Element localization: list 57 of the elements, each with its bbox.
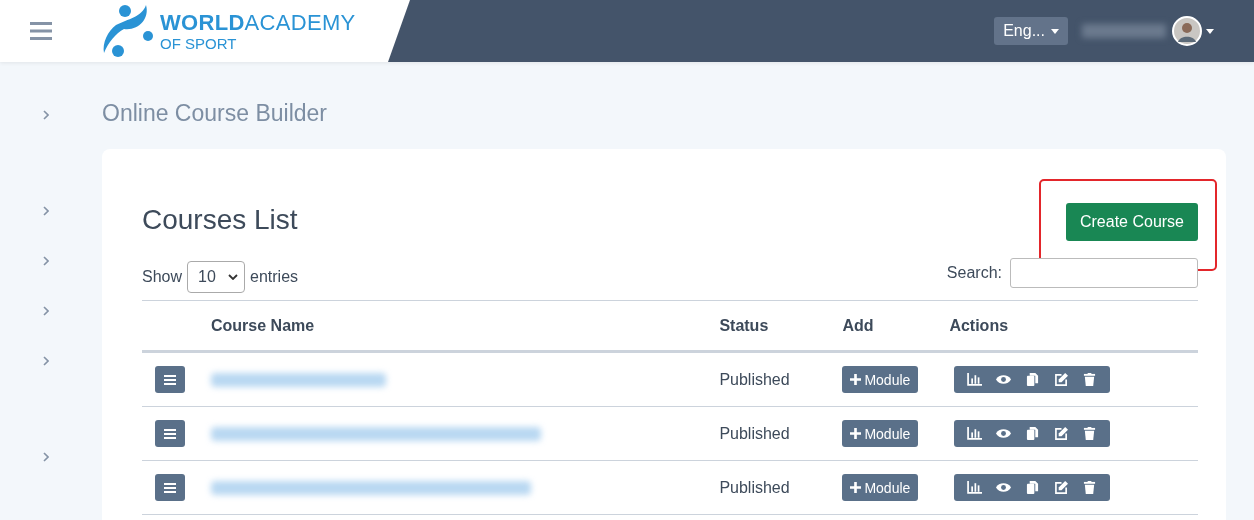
trash-icon[interactable] (1082, 427, 1098, 440)
list-icon (164, 482, 176, 493)
chevron-right-icon[interactable] (43, 306, 49, 316)
drag-handle-button[interactable] (155, 366, 185, 393)
logo-text: WORLDACADEMY (160, 11, 356, 34)
status-text: Published (719, 478, 790, 496)
copy-icon[interactable] (1024, 373, 1040, 386)
plus-icon (850, 482, 862, 493)
status-text: Published (719, 370, 790, 388)
chevron-down-icon (228, 274, 239, 280)
edit-icon[interactable] (1053, 373, 1069, 386)
column-header: Add (842, 316, 874, 334)
add-module-button[interactable]: Module (842, 366, 919, 393)
athlete-logo-icon (102, 5, 154, 57)
show-label: Show (142, 268, 183, 286)
drag-handle-button[interactable] (155, 474, 185, 501)
search-field[interactable] (1010, 258, 1198, 288)
copy-icon[interactable] (1024, 481, 1040, 494)
trash-icon[interactable] (1082, 481, 1098, 494)
list-icon (164, 374, 176, 385)
drag-handle-button[interactable] (155, 420, 185, 447)
caret-icon (1051, 28, 1059, 34)
bar-chart-icon[interactable] (967, 481, 983, 494)
plus-icon (850, 428, 862, 439)
plus-icon (850, 374, 862, 385)
caret-icon[interactable] (1206, 28, 1214, 34)
logo-subtext: OF SPORT (160, 35, 238, 51)
eye-icon[interactable] (996, 373, 1012, 386)
language-dropdown[interactable]: Eng... (994, 17, 1068, 45)
entries-label: entries (250, 268, 299, 286)
copy-icon[interactable] (1024, 427, 1040, 440)
column-header: Status (719, 316, 769, 334)
column-header: Course Name (211, 316, 315, 334)
card-title: Courses List (142, 204, 298, 236)
bar-chart-icon[interactable] (967, 373, 983, 386)
create-course-button[interactable]: Create Course (1065, 203, 1198, 241)
menu-icon[interactable] (30, 22, 52, 40)
avatar-icon[interactable] (1172, 16, 1202, 46)
edit-icon[interactable] (1053, 481, 1069, 494)
page-title: Online Course Builder (102, 100, 328, 127)
edit-icon[interactable] (1053, 427, 1069, 440)
chevron-right-icon[interactable] (43, 110, 49, 120)
column-header: Actions (949, 316, 1009, 334)
status-text: Published (719, 424, 790, 442)
chevron-right-icon[interactable] (43, 256, 49, 266)
add-module-button[interactable]: Module (842, 420, 919, 447)
eye-icon[interactable] (996, 427, 1012, 440)
list-icon (164, 428, 176, 439)
chevron-right-icon[interactable] (43, 452, 49, 462)
entries-select[interactable]: 10 (187, 261, 246, 293)
trash-icon[interactable] (1082, 373, 1098, 386)
eye-icon[interactable] (996, 481, 1012, 494)
bar-chart-icon[interactable] (967, 427, 983, 440)
chevron-right-icon[interactable] (43, 206, 49, 216)
chevron-right-icon[interactable] (43, 356, 49, 366)
add-module-button[interactable]: Module (842, 474, 919, 501)
search-label: Search: (946, 264, 1002, 282)
